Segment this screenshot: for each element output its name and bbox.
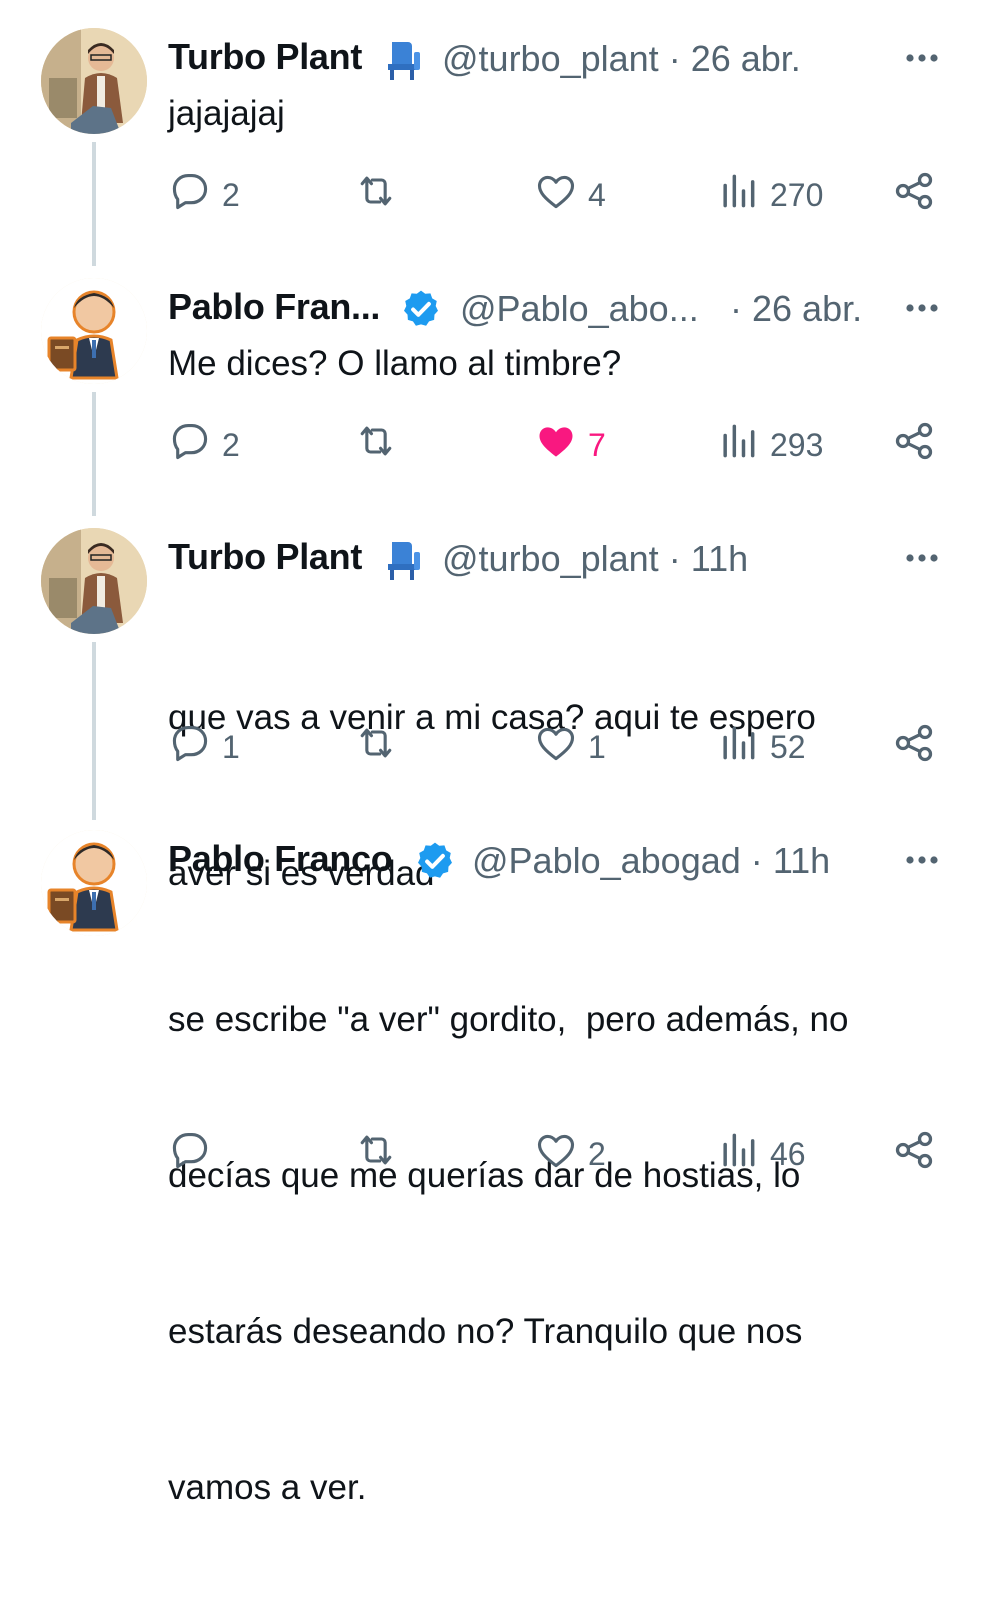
reply-icon <box>168 1128 212 1180</box>
separator-dot: · <box>750 840 763 881</box>
views-button[interactable]: 293 <box>716 415 823 475</box>
reply-button[interactable]: 2 <box>168 415 240 475</box>
author-handle[interactable]: @turbo_plant <box>442 538 659 579</box>
author-handle[interactable]: @turbo_plant <box>442 38 659 79</box>
retweet-icon <box>354 169 398 221</box>
avatar[interactable] <box>41 830 147 936</box>
retweet-button[interactable] <box>354 165 398 225</box>
avatar-pablo-franco-image <box>41 830 147 936</box>
heart-icon <box>534 1128 578 1180</box>
tweet-actions: 2 4 270 <box>168 165 948 225</box>
author-handle[interactable]: @Pablo_abo... <box>460 288 699 329</box>
share-icon <box>892 1128 936 1180</box>
chair-emoji-icon <box>384 538 424 582</box>
reply-count: 1 <box>222 728 240 765</box>
heart-icon <box>534 169 578 221</box>
thread-line <box>92 142 96 266</box>
separator-dot: · <box>730 288 742 329</box>
timestamp[interactable]: 26 abr. <box>752 288 862 329</box>
timestamp[interactable]: 26 abr. <box>691 38 801 79</box>
heart-filled-icon <box>534 419 578 471</box>
views-button[interactable]: 270 <box>716 165 823 225</box>
share-button[interactable] <box>892 415 936 475</box>
share-icon <box>892 419 936 471</box>
avatar[interactable] <box>41 528 147 634</box>
views-chart-icon <box>716 721 760 773</box>
reply-count: 2 <box>222 426 240 463</box>
retweet-button[interactable] <box>354 1124 398 1184</box>
chair-emoji-icon <box>384 38 424 82</box>
avatar-turbo-plant-image <box>41 28 147 134</box>
retweet-icon <box>354 721 398 773</box>
retweet-button[interactable] <box>354 415 398 475</box>
more-options-icon[interactable] <box>902 538 942 578</box>
thread-line <box>92 392 96 516</box>
more-options-icon[interactable] <box>902 840 942 880</box>
retweet-icon <box>354 419 398 471</box>
views-button[interactable]: 52 <box>716 717 806 777</box>
verified-badge-icon <box>414 840 456 882</box>
retweet-button[interactable] <box>354 717 398 777</box>
reply-button[interactable] <box>168 1124 222 1184</box>
more-options-icon[interactable] <box>902 38 942 78</box>
tweet-text-line: vamos a ver. <box>168 1468 367 1507</box>
view-count: 46 <box>770 1135 806 1172</box>
separator-dot: · <box>668 38 681 79</box>
tweet-text: jajajajaj <box>168 94 285 133</box>
share-icon <box>892 169 936 221</box>
like-count: 1 <box>588 728 606 765</box>
retweet-icon <box>354 1128 398 1180</box>
avatar[interactable] <box>41 28 147 134</box>
reply-icon <box>168 419 212 471</box>
view-count: 52 <box>770 728 806 765</box>
tweet-text-line: se escribe "a ver" gordito, pero además,… <box>168 1000 849 1039</box>
avatar-turbo-plant-image <box>41 528 147 634</box>
more-options-icon[interactable] <box>902 288 942 328</box>
tweet-text: se escribe "a ver" gordito, pero además,… <box>168 890 942 1618</box>
like-button[interactable]: 2 <box>534 1124 606 1184</box>
author-name[interactable]: Turbo Plant <box>168 36 362 78</box>
verified-badge-icon <box>400 288 442 330</box>
views-button[interactable]: 46 <box>716 1124 806 1184</box>
avatar-pablo-franco-image <box>41 278 147 384</box>
tweet-text: Me dices? O llamo al timbre? <box>168 344 622 383</box>
tweet-actions: 2 46 <box>168 1124 948 1184</box>
share-icon <box>892 721 936 773</box>
like-count: 7 <box>588 426 606 463</box>
timestamp[interactable]: 11h <box>773 840 830 881</box>
heart-icon <box>534 721 578 773</box>
reply-button[interactable]: 1 <box>168 717 240 777</box>
timestamp[interactable]: 11h <box>691 538 748 579</box>
author-handle[interactable]: @Pablo_abogad <box>472 840 741 881</box>
views-chart-icon <box>716 1128 760 1180</box>
separator-dot: · <box>668 538 681 579</box>
views-chart-icon <box>716 419 760 471</box>
like-button[interactable]: 7 <box>534 415 606 475</box>
share-button[interactable] <box>892 165 936 225</box>
view-count: 270 <box>770 176 824 213</box>
reply-icon <box>168 169 212 221</box>
like-count: 2 <box>588 1135 606 1172</box>
share-button[interactable] <box>892 1124 936 1184</box>
like-count: 4 <box>588 176 606 213</box>
view-count: 293 <box>770 426 824 463</box>
reply-count: 2 <box>222 176 240 213</box>
views-chart-icon <box>716 169 760 221</box>
tweet-actions: 2 7 293 <box>168 415 948 475</box>
avatar[interactable] <box>41 278 147 384</box>
reply-icon <box>168 721 212 773</box>
share-button[interactable] <box>892 717 936 777</box>
like-button[interactable]: 4 <box>534 165 606 225</box>
tweet-actions: 1 1 52 <box>168 717 948 777</box>
tweet-text-line: estarás deseando no? Tranquilo que nos <box>168 1312 803 1351</box>
reply-button[interactable]: 2 <box>168 165 240 225</box>
thread-line <box>92 642 96 820</box>
author-name[interactable]: Turbo Plant <box>168 536 362 578</box>
author-name[interactable]: Pablo Fran... <box>168 286 380 328</box>
like-button[interactable]: 1 <box>534 717 606 777</box>
author-name[interactable]: Pablo Franco <box>168 838 393 880</box>
